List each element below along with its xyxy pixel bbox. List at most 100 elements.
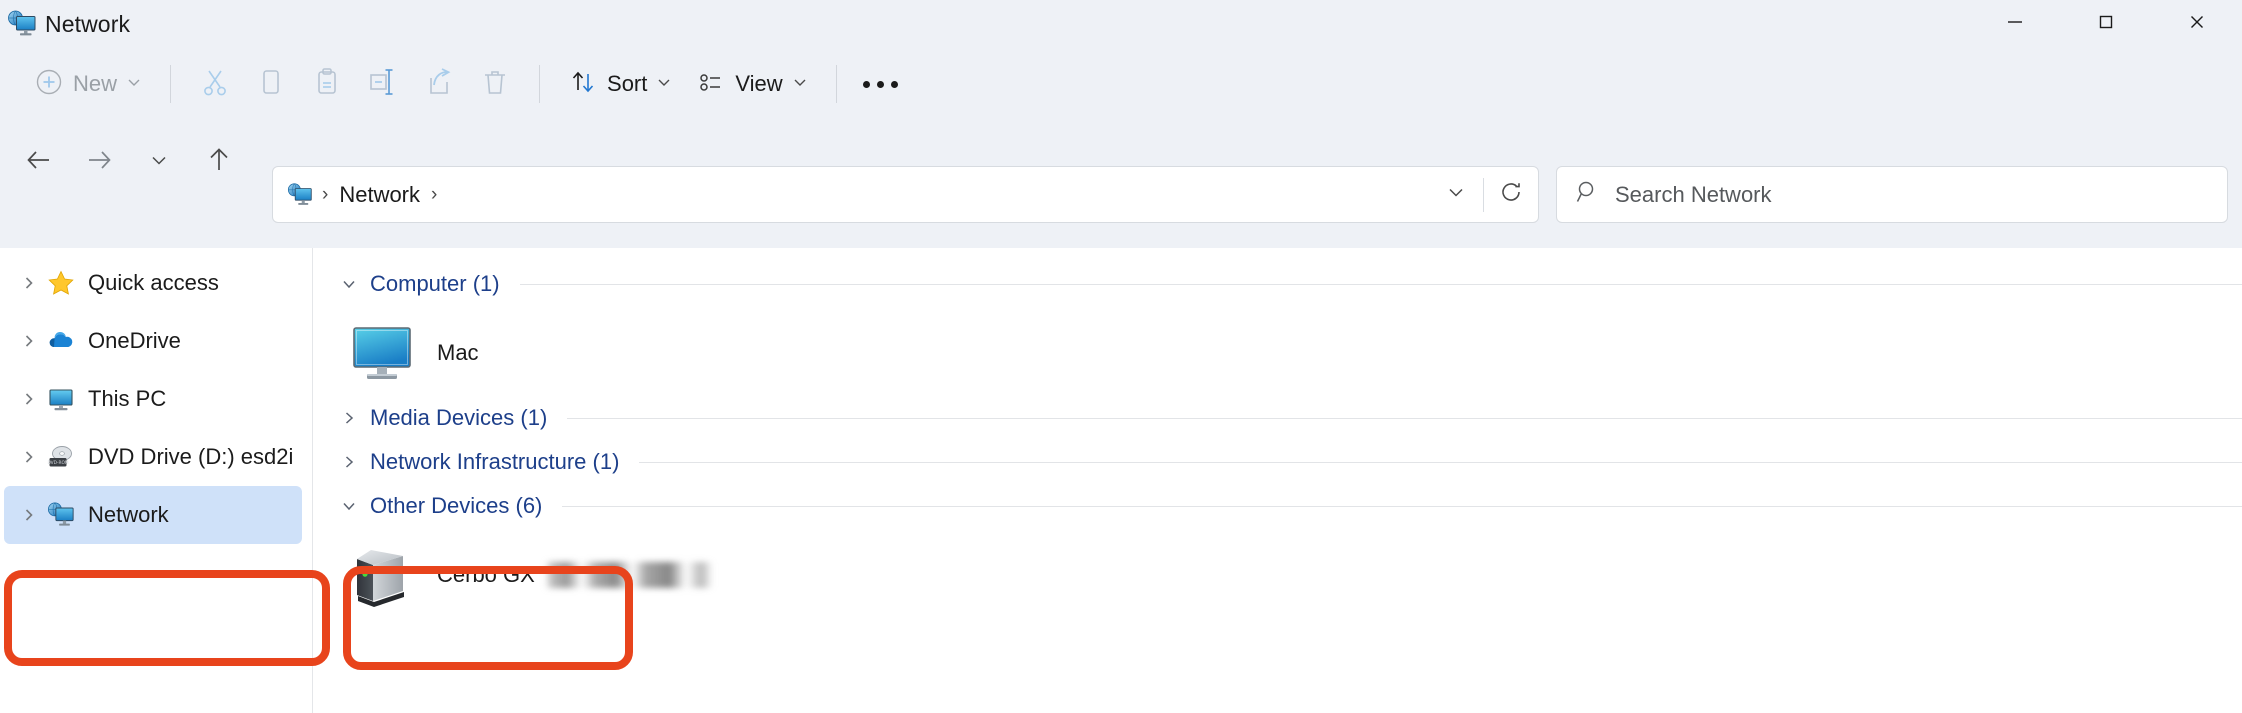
cut-button[interactable] bbox=[187, 58, 243, 110]
clipboard-icon bbox=[311, 66, 343, 103]
view-button[interactable]: View bbox=[684, 58, 819, 110]
this-pc-monitor-icon bbox=[46, 384, 76, 414]
group-header-network-infrastructure[interactable]: Network Infrastructure (1) bbox=[313, 440, 2242, 484]
new-button[interactable]: New bbox=[22, 58, 154, 110]
list-item-label: Cerbo GX bbox=[437, 562, 713, 588]
address-dropdown-button[interactable] bbox=[1429, 167, 1483, 222]
plus-circle-icon bbox=[34, 67, 64, 102]
arrow-right-icon bbox=[85, 146, 113, 179]
search-icon bbox=[1575, 179, 1601, 210]
list-item[interactable]: Cerbo GX bbox=[335, 532, 729, 618]
chevron-right-icon[interactable] bbox=[336, 453, 362, 471]
view-list-icon bbox=[696, 67, 726, 102]
maximize-icon bbox=[2096, 12, 2116, 37]
server-tower-icon bbox=[343, 535, 423, 615]
chevron-right-icon[interactable] bbox=[336, 409, 362, 427]
group-header-computer[interactable]: Computer (1) bbox=[313, 262, 2242, 306]
trash-icon bbox=[479, 66, 511, 103]
refresh-button[interactable] bbox=[1484, 167, 1538, 222]
chevron-down-icon bbox=[148, 149, 170, 176]
address-bar-actions bbox=[1429, 167, 1538, 222]
paste-button[interactable] bbox=[299, 58, 355, 110]
up-button[interactable] bbox=[190, 133, 248, 191]
group-items-computer: Mac bbox=[313, 306, 2242, 396]
group-header-label: Other Devices (6) bbox=[370, 493, 542, 519]
chevron-right-icon[interactable] bbox=[12, 275, 46, 291]
breadcrumb-separator[interactable]: › bbox=[422, 184, 446, 206]
sidebar-item-label: This PC bbox=[88, 386, 166, 412]
dvd-drive-icon: DVD-ROM bbox=[46, 442, 76, 472]
rename-icon bbox=[367, 66, 399, 103]
list-item[interactable]: Mac bbox=[335, 310, 635, 396]
chevron-right-icon[interactable] bbox=[12, 507, 46, 523]
file-explorer-window: Network bbox=[0, 0, 2242, 713]
chevron-right-icon[interactable] bbox=[12, 333, 46, 349]
navigation-pane: Quick access OneDrive bbox=[0, 248, 313, 713]
chevron-right-icon[interactable] bbox=[12, 391, 46, 407]
breadcrumb-separator: › bbox=[313, 184, 337, 206]
share-button[interactable] bbox=[411, 58, 467, 110]
group-header-rule bbox=[567, 418, 2242, 419]
sort-button[interactable]: Sort bbox=[556, 58, 684, 110]
star-icon bbox=[46, 268, 76, 298]
sidebar-item-label: DVD Drive (D:) esd2i bbox=[88, 444, 293, 470]
close-icon bbox=[2187, 12, 2207, 37]
chevron-down-icon[interactable] bbox=[336, 275, 362, 293]
breadcrumb-segment-network[interactable]: Network bbox=[337, 178, 422, 212]
scissors-icon bbox=[199, 66, 231, 103]
sidebar-item-network[interactable]: Network bbox=[4, 486, 302, 544]
group-header-other-devices[interactable]: Other Devices (6) bbox=[313, 484, 2242, 528]
sidebar-item-quick-access[interactable]: Quick access bbox=[4, 254, 302, 312]
chevron-down-icon[interactable] bbox=[336, 497, 362, 515]
sidebar-item-label: OneDrive bbox=[88, 328, 181, 354]
forward-button[interactable] bbox=[70, 133, 128, 191]
sidebar-item-label: Network bbox=[88, 502, 169, 528]
sort-button-label: Sort bbox=[607, 71, 647, 97]
sidebar-item-onedrive[interactable]: OneDrive bbox=[4, 312, 302, 370]
copy-button[interactable] bbox=[243, 58, 299, 110]
group-header-rule bbox=[639, 462, 2242, 463]
maximize-button[interactable] bbox=[2060, 0, 2151, 48]
group-header-label: Computer (1) bbox=[370, 271, 500, 297]
group-header-rule bbox=[562, 506, 2242, 507]
title-bar: Network bbox=[0, 0, 2242, 48]
chevron-down-icon bbox=[656, 74, 672, 95]
group-header-media-devices[interactable]: Media Devices (1) bbox=[313, 396, 2242, 440]
items-view: Computer (1) bbox=[313, 248, 2242, 713]
redacted-device-detail bbox=[545, 562, 713, 588]
recent-locations-button[interactable] bbox=[130, 133, 188, 191]
chevron-down-icon bbox=[1445, 181, 1467, 208]
arrow-up-icon bbox=[205, 146, 233, 179]
monitor-icon bbox=[343, 313, 423, 393]
toolbar-divider-3 bbox=[836, 65, 837, 103]
view-button-label: View bbox=[735, 71, 782, 97]
toolbar-divider-2 bbox=[539, 65, 540, 103]
address-bar[interactable]: › Network › bbox=[272, 166, 1539, 223]
delete-button[interactable] bbox=[467, 58, 523, 110]
share-icon bbox=[423, 66, 455, 103]
onedrive-cloud-icon bbox=[46, 326, 76, 356]
command-bar: New bbox=[0, 48, 2242, 120]
content-area: Quick access OneDrive bbox=[0, 248, 2242, 713]
network-computer-icon[interactable] bbox=[287, 182, 313, 208]
search-box[interactable]: Search Network bbox=[1556, 166, 2228, 223]
sidebar-item-dvd-drive[interactable]: DVD-ROM DVD Drive (D:) esd2i bbox=[4, 428, 302, 486]
toolbar-divider-1 bbox=[170, 65, 171, 103]
window-controls bbox=[1969, 0, 2242, 48]
back-button[interactable] bbox=[10, 133, 68, 191]
rename-button[interactable] bbox=[355, 58, 411, 110]
chevron-down-icon bbox=[792, 74, 808, 95]
minimize-icon bbox=[2005, 12, 2025, 37]
minimize-button[interactable] bbox=[1969, 0, 2060, 48]
refresh-icon bbox=[1499, 180, 1523, 209]
chevron-right-icon[interactable] bbox=[12, 449, 46, 465]
copy-icon bbox=[255, 66, 287, 103]
see-more-button[interactable] bbox=[853, 58, 909, 110]
group-items-other-devices: Cerbo GX bbox=[313, 528, 2242, 618]
sidebar-item-this-pc[interactable]: This PC bbox=[4, 370, 302, 428]
search-input[interactable]: Search Network bbox=[1615, 182, 1772, 208]
network-computer-icon bbox=[7, 9, 37, 39]
list-item-label: Mac bbox=[437, 340, 479, 366]
close-button[interactable] bbox=[2151, 0, 2242, 48]
arrow-left-icon bbox=[25, 146, 53, 179]
